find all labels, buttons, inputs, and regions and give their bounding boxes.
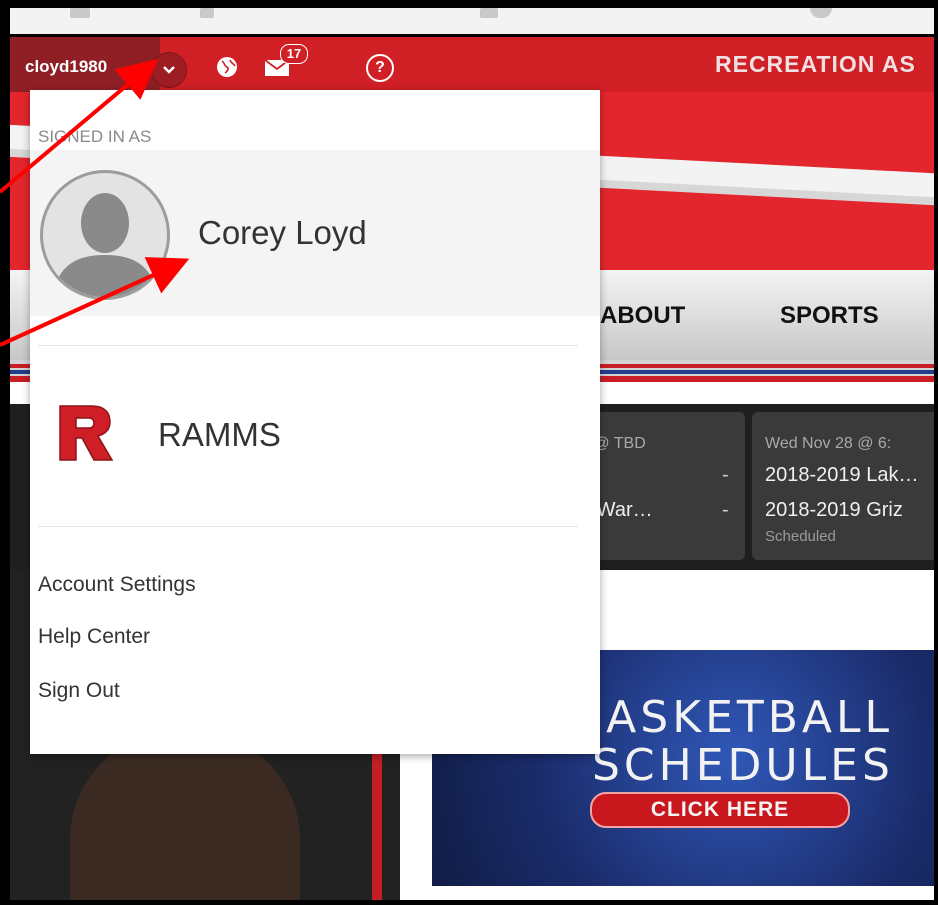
promo-line-2: SCHEDULES [592, 740, 894, 791]
browser-strip [10, 8, 934, 34]
help-center-link[interactable]: Help Center [38, 625, 150, 649]
game-score: - [722, 499, 729, 521]
menu-divider [38, 345, 578, 346]
account-dropdown: SIGNED IN AS Corey Loyd RAMMS Account Se… [30, 90, 600, 754]
nav-item-sports[interactable]: SPORTS [780, 302, 879, 330]
browser-strip-mark [70, 8, 90, 18]
globe-icon[interactable] [216, 56, 238, 78]
organization-row[interactable]: RAMMS [30, 370, 600, 480]
click-here-button[interactable]: CLICK HERE [590, 792, 850, 828]
game-date: Wed Nov 28 @ 6: [765, 435, 892, 452]
account-menu-toggle[interactable] [151, 52, 187, 88]
promo-line-1: BASKETBALL [572, 692, 894, 743]
nav-item-about[interactable]: ABOUT [600, 302, 685, 330]
menu-divider [38, 526, 578, 527]
player-photo [70, 730, 300, 900]
game-team: 2018-2019 Griz [765, 499, 903, 521]
screenshot-frame: cloyd1980 17 ? RECREATION AS ABOUT SPORT… [10, 8, 934, 900]
avatar [40, 170, 170, 300]
username-label[interactable]: cloyd1980 [25, 57, 107, 77]
game-card[interactable]: Wed Nov 28 @ 6: 2018-2019 Lak… 2018-2019… [752, 412, 934, 560]
browser-strip-mark [480, 8, 498, 18]
help-icon[interactable]: ? [366, 54, 394, 82]
sign-out-link[interactable]: Sign Out [38, 679, 120, 703]
org-logo-icon [59, 405, 114, 461]
top-header-bar: cloyd1980 17 ? RECREATION AS [10, 34, 934, 95]
organization-name: RAMMS [158, 416, 281, 453]
browser-strip-mark [810, 8, 832, 18]
browser-strip-mark [200, 8, 214, 18]
account-settings-link[interactable]: Account Settings [38, 573, 196, 597]
signed-in-label: SIGNED IN AS [38, 127, 152, 146]
chevron-down-icon [163, 66, 175, 74]
avatar-silhouette-icon [53, 193, 157, 297]
user-block: cloyd1980 [10, 37, 160, 95]
profile-row[interactable]: Corey Loyd [30, 150, 600, 316]
mail-count-badge: 17 [280, 44, 308, 64]
game-status: Scheduled [765, 528, 836, 545]
profile-name: Corey Loyd [198, 214, 367, 251]
game-score: - [722, 464, 729, 486]
organization-title: RECREATION AS [715, 51, 916, 77]
game-team: 2018-2019 Lak… [765, 464, 919, 486]
